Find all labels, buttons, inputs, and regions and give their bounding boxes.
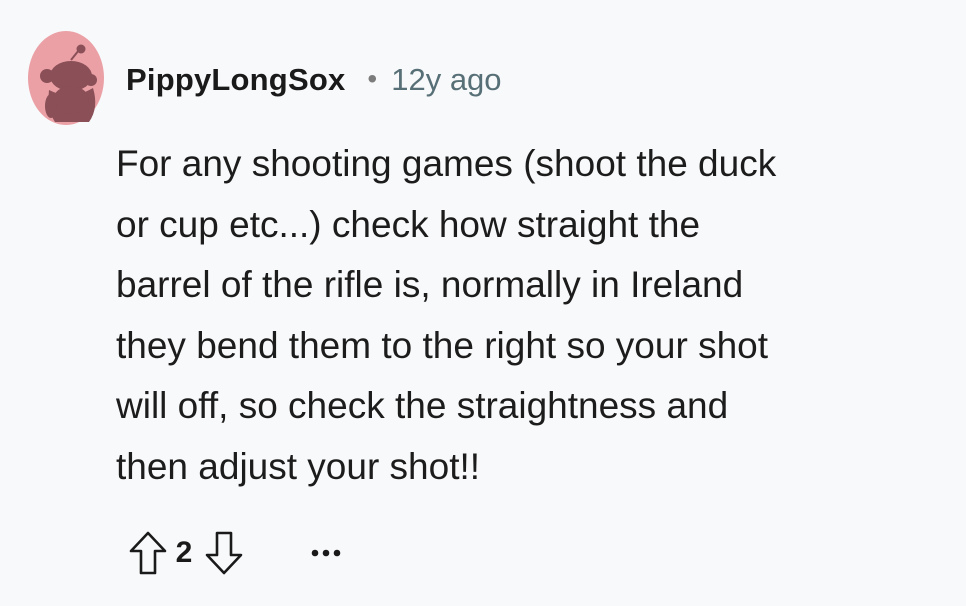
meta-separator: • — [367, 63, 378, 94]
downvote-button[interactable] — [200, 525, 248, 581]
comment-meta: PippyLongSox • 12y ago — [126, 58, 502, 102]
comment-timestamp[interactable]: 12y ago — [391, 62, 501, 98]
comment-body-line: barrel of the rifle is, normally in Irel… — [116, 264, 744, 305]
comment-body-line: will off, so check the straightness and — [116, 385, 729, 426]
comment-actions: 2 — [124, 525, 348, 581]
comment-body-line: they bend them to the right so your shot — [116, 324, 768, 366]
vote-score: 2 — [175, 536, 193, 569]
comment-body: For any shooting games (shoot the duck o… — [116, 134, 946, 497]
username-link[interactable]: PippyLongSox — [126, 62, 345, 98]
user-avatar[interactable] — [27, 30, 105, 126]
comment-body-line: then adjust your shot!! — [116, 445, 481, 487]
comment-body-line: For any shooting games (shoot the duck — [116, 143, 777, 184]
upvote-button[interactable] — [124, 525, 172, 581]
snoo-avatar-icon — [28, 31, 104, 125]
more-options-button[interactable] — [304, 531, 348, 575]
arrow-up-icon — [129, 531, 167, 575]
arrow-down-icon — [205, 531, 243, 575]
comment: PippyLongSox • 12y ago For any shooting … — [0, 0, 966, 606]
comment-body-line: or cup etc...) check how straight the — [116, 203, 701, 245]
ellipsis-icon — [311, 549, 341, 557]
